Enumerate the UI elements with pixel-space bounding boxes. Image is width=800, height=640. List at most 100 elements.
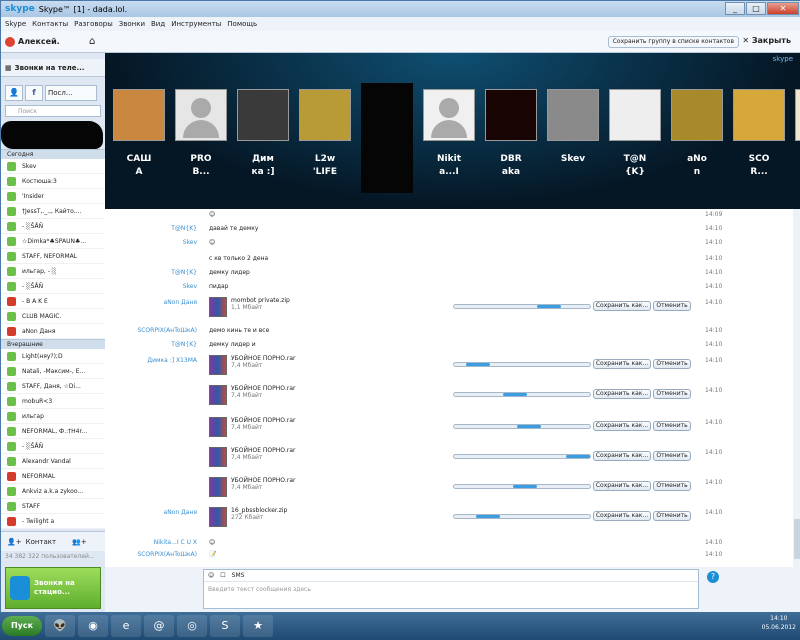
menu-item[interactable]: Помощь [227,20,257,28]
file-info[interactable]: УБОЙНОЕ ПОРНО.rar 7,4 Мбайт [209,477,296,497]
participant-avatar[interactable] [547,89,599,141]
sender-name[interactable]: Skev [183,283,197,290]
cancel-button[interactable]: Отменить [653,481,691,491]
save-as-button[interactable]: Сохранить как... [593,421,651,431]
menu-item[interactable]: Звонки [119,20,145,28]
group-yesterday[interactable]: Вчерашние [1,339,105,349]
minimize-button[interactable]: _ [725,2,745,15]
add-contact-label[interactable]: Контакт [26,538,57,546]
file-info[interactable]: mombot private.zip 1,1 Мбайт [209,297,290,317]
sender-name[interactable]: Skev [183,239,197,246]
participant-avatar[interactable] [671,89,723,141]
firefox-icon[interactable]: ◎ [177,615,207,637]
ie-icon[interactable]: e [111,615,141,637]
menu-item[interactable]: Skype [5,20,26,28]
skype-taskbar-icon[interactable]: S [210,615,240,637]
contact-item[interactable]: NEFORMAL, Ф.:†H4r... [1,424,105,439]
sender-name[interactable]: Nikita...I C U X [154,539,197,546]
contact-item[interactable]: †JessT,._.,, Кайто,... [1,204,105,219]
participant-avatar[interactable] [299,89,351,141]
file-info[interactable]: УБОЙНОЕ ПОРНО.rar 7,4 Мбайт [209,417,296,437]
contact-item[interactable]: NEFORMAL [1,469,105,484]
add-contact-icon[interactable]: 👤+ [7,538,22,546]
contact-item[interactable]: Ankviz a.k.a zykoo... [1,484,105,499]
sender-name[interactable]: T@N{K} [171,225,197,232]
chrome-icon[interactable]: ◉ [78,615,108,637]
tab-recent[interactable]: Посл... [45,85,97,101]
contact-item[interactable]: - Twilight a [1,514,105,529]
contact-item[interactable]: Костюша:3 [1,174,105,189]
contact-item[interactable]: - ░ŠÅÑ [1,219,105,234]
file-info[interactable]: 16_pbssblocker.zip 272 Кбайт [209,507,287,527]
save-as-button[interactable]: Сохранить как... [593,511,651,521]
scroll-thumb[interactable] [794,519,800,559]
participant-avatar[interactable] [361,83,413,193]
sender-name[interactable]: T@N{K} [171,341,197,348]
contact-item[interactable]: - B A K E [1,294,105,309]
cancel-button[interactable]: Отменить [653,421,691,431]
message-input[interactable]: Введите текст сообщения здесь [204,582,698,597]
cancel-button[interactable]: Отменить [653,389,691,399]
participant-avatar[interactable] [795,89,800,141]
start-button[interactable]: Пуск [2,616,42,636]
sender-name[interactable]: SCORPIX(AнToШкА) [137,327,197,334]
save-as-button[interactable]: Сохранить как... [593,451,651,461]
cancel-button[interactable]: Отменить [653,301,691,311]
game-icon[interactable]: ★ [243,615,273,637]
contact-item[interactable]: 'Insider [1,189,105,204]
contact-item[interactable]: STAFF [1,499,105,514]
contact-item[interactable]: Natali, -Максим-, E... [1,364,105,379]
contact-item[interactable]: STAFF, NEFORMAL [1,249,105,264]
sender-name[interactable]: Димка :] X13MA [147,357,197,364]
contact-item[interactable]: ильгар [1,409,105,424]
menu-item[interactable]: Контакты [32,20,68,28]
contact-item[interactable]: Skev [1,159,105,174]
participant-avatar[interactable] [237,89,289,141]
group-today[interactable]: Сегодня [1,149,105,159]
participant-avatar[interactable] [175,89,227,141]
save-as-button[interactable]: Сохранить как... [593,359,651,369]
close-window-button[interactable]: ✕ [767,2,799,15]
contact-item[interactable]: mobuR<3 [1,394,105,409]
sms-checkbox[interactable]: ☐ [220,572,225,579]
sender-name[interactable]: T@N{K} [171,269,197,276]
help-icon[interactable]: ? [707,571,719,583]
participant-avatar[interactable] [113,89,165,141]
mail-icon[interactable]: @ [144,615,174,637]
contact-item[interactable]: Alexandr Vandal [1,454,105,469]
search-input[interactable]: Поиск [5,105,101,117]
facebook-tab-icon[interactable]: f [25,85,43,101]
contact-item[interactable]: CLUB MAGIC. [1,309,105,324]
contacts-tab-icon[interactable]: 👤 [5,85,23,101]
save-group-button[interactable]: Сохранить группу в списке контактов [607,36,739,48]
add-group-icon[interactable]: 👥+ [72,538,87,546]
sender-name[interactable]: aNon Даня [164,299,197,306]
contact-item[interactable]: ильгар, - ░ [1,264,105,279]
participant-avatar[interactable] [733,89,785,141]
cancel-button[interactable]: Отменить [653,451,691,461]
file-info[interactable]: УБОЙНОЕ ПОРНО.rar 7,4 Мбайт [209,355,296,375]
contact-item[interactable]: STAFF, Даня, ☆Di... [1,379,105,394]
sender-name[interactable]: SCORPIX(AнToШкА) [137,551,197,558]
sender-name[interactable]: aNon Даня [164,509,197,516]
save-as-button[interactable]: Сохранить как... [593,389,651,399]
cancel-button[interactable]: Отменить [653,359,691,369]
contact-item[interactable]: - ░ŠÅÑ [1,279,105,294]
emoticon-icon[interactable]: ☺ [208,572,214,579]
maximize-button[interactable]: □ [746,2,766,15]
clock[interactable]: 14:10 05.06.2012 [762,614,796,632]
close-conversation-button[interactable]: ✕ Закрыть [742,36,791,45]
chat-scrollbar[interactable] [793,209,800,567]
contact-item[interactable]: Light(няу?);D [1,349,105,364]
participant-avatar[interactable] [423,89,475,141]
participant-avatar[interactable] [609,89,661,141]
menu-item[interactable]: Разговоры [74,20,113,28]
promo-banner[interactable]: Звонки на стацио... [5,567,101,609]
participant-avatar[interactable] [485,89,537,141]
menu-item[interactable]: Вид [151,20,165,28]
file-info[interactable]: УБОЙНОЕ ПОРНО.rar 7,4 Мбайт [209,385,296,405]
taskbar-app-icon[interactable]: 👽 [45,615,75,637]
save-as-button[interactable]: Сохранить как... [593,301,651,311]
save-as-button[interactable]: Сохранить как... [593,481,651,491]
file-info[interactable]: УБОЙНОЕ ПОРНО.rar 7,4 Мбайт [209,447,296,467]
